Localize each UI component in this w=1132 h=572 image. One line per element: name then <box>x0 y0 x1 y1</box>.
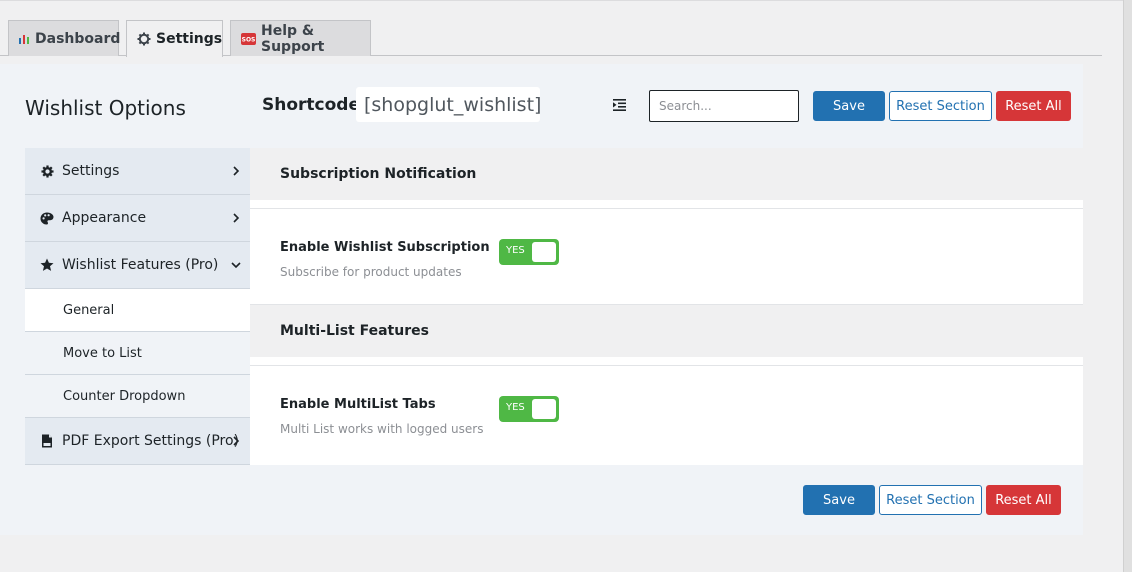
svg-text:SOS: SOS <box>242 36 256 43</box>
sidebar-subitem-counter-dropdown[interactable]: Counter Dropdown <box>25 375 250 418</box>
chevron-right-icon <box>230 434 242 448</box>
sidebar-subitem-move-to-list[interactable]: Move to List <box>25 332 250 375</box>
divider <box>250 365 1083 366</box>
field-description: Subscribe for product updates <box>280 265 462 279</box>
sidebar-subitem-general[interactable]: General <box>25 289 250 332</box>
sidebar: Settings Appearance Wishlist Features (P… <box>25 148 250 465</box>
field-title: Enable Wishlist Subscription <box>280 240 490 255</box>
sos-icon: SOS <box>241 32 256 45</box>
section-heading: Subscription Notification <box>250 148 1083 208</box>
tab-bar: Dashboard Settings SOS Help & Support <box>0 20 1102 57</box>
bar-chart-icon <box>19 34 30 44</box>
tab-dashboard[interactable]: Dashboard <box>8 20 121 56</box>
toggle-label: YES <box>506 402 525 413</box>
tab-help-support[interactable]: SOS Help & Support <box>230 20 371 56</box>
multilist-toggle[interactable]: YES <box>499 396 559 422</box>
pdf-icon <box>40 434 54 448</box>
page-title: Wishlist Options <box>25 96 186 120</box>
tab-dashboard-label: Dashboard <box>35 30 121 47</box>
field-title: Enable MultiList Tabs <box>280 397 436 412</box>
sidebar-item-settings[interactable]: Settings <box>25 148 250 195</box>
sidebar-item-label: Appearance <box>62 210 147 226</box>
section-heading: Multi-List Features <box>250 305 1083 365</box>
footer-save-button[interactable]: Save <box>803 485 875 515</box>
search-input[interactable] <box>649 90 799 122</box>
footer-reset-section-button[interactable]: Reset Section <box>879 485 982 515</box>
chevron-right-icon <box>230 211 242 225</box>
shortcode-label: Shortcode: <box>262 95 367 115</box>
reset-section-button[interactable]: Reset Section <box>889 91 992 121</box>
sidebar-item-appearance[interactable]: Appearance <box>25 195 250 242</box>
settings-content: Subscription Notification Enable Wishlis… <box>250 148 1083 465</box>
gear-icon <box>137 32 151 46</box>
toggle-knob <box>532 242 556 262</box>
star-icon <box>40 258 54 272</box>
field-description: Multi List works with logged users <box>280 422 484 436</box>
tab-help-support-label: Help & Support <box>261 22 325 55</box>
sidebar-item-wishlist-features[interactable]: Wishlist Features (Pro) <box>25 242 250 289</box>
expand-all-icon[interactable] <box>613 97 627 111</box>
footer-reset-all-button[interactable]: Reset All <box>986 485 1061 515</box>
reset-all-button[interactable]: Reset All <box>996 91 1071 121</box>
sidebar-item-pdf-export[interactable]: PDF Export Settings (Pro) <box>25 418 250 465</box>
sidebar-item-label: Wishlist Features (Pro) <box>62 257 219 273</box>
gear-icon <box>40 164 54 178</box>
palette-icon <box>40 211 54 225</box>
sidebar-item-label: Settings <box>62 163 120 179</box>
sidebar-item-label: PDF Export Settings (Pro) <box>62 433 240 449</box>
scrollbar[interactable] <box>1124 0 1132 572</box>
toggle-label: YES <box>506 245 525 256</box>
divider <box>250 208 1083 209</box>
top-border <box>0 0 1124 1</box>
toggle-knob <box>532 399 556 419</box>
chevron-right-icon <box>230 164 242 178</box>
tab-settings-label: Settings <box>156 31 223 47</box>
chevron-down-icon <box>230 258 242 272</box>
save-button[interactable]: Save <box>813 91 885 121</box>
shortcode-value[interactable]: [shopglut_wishlist] <box>356 87 541 122</box>
subscription-toggle[interactable]: YES <box>499 239 559 265</box>
tab-settings[interactable]: Settings <box>126 20 223 57</box>
